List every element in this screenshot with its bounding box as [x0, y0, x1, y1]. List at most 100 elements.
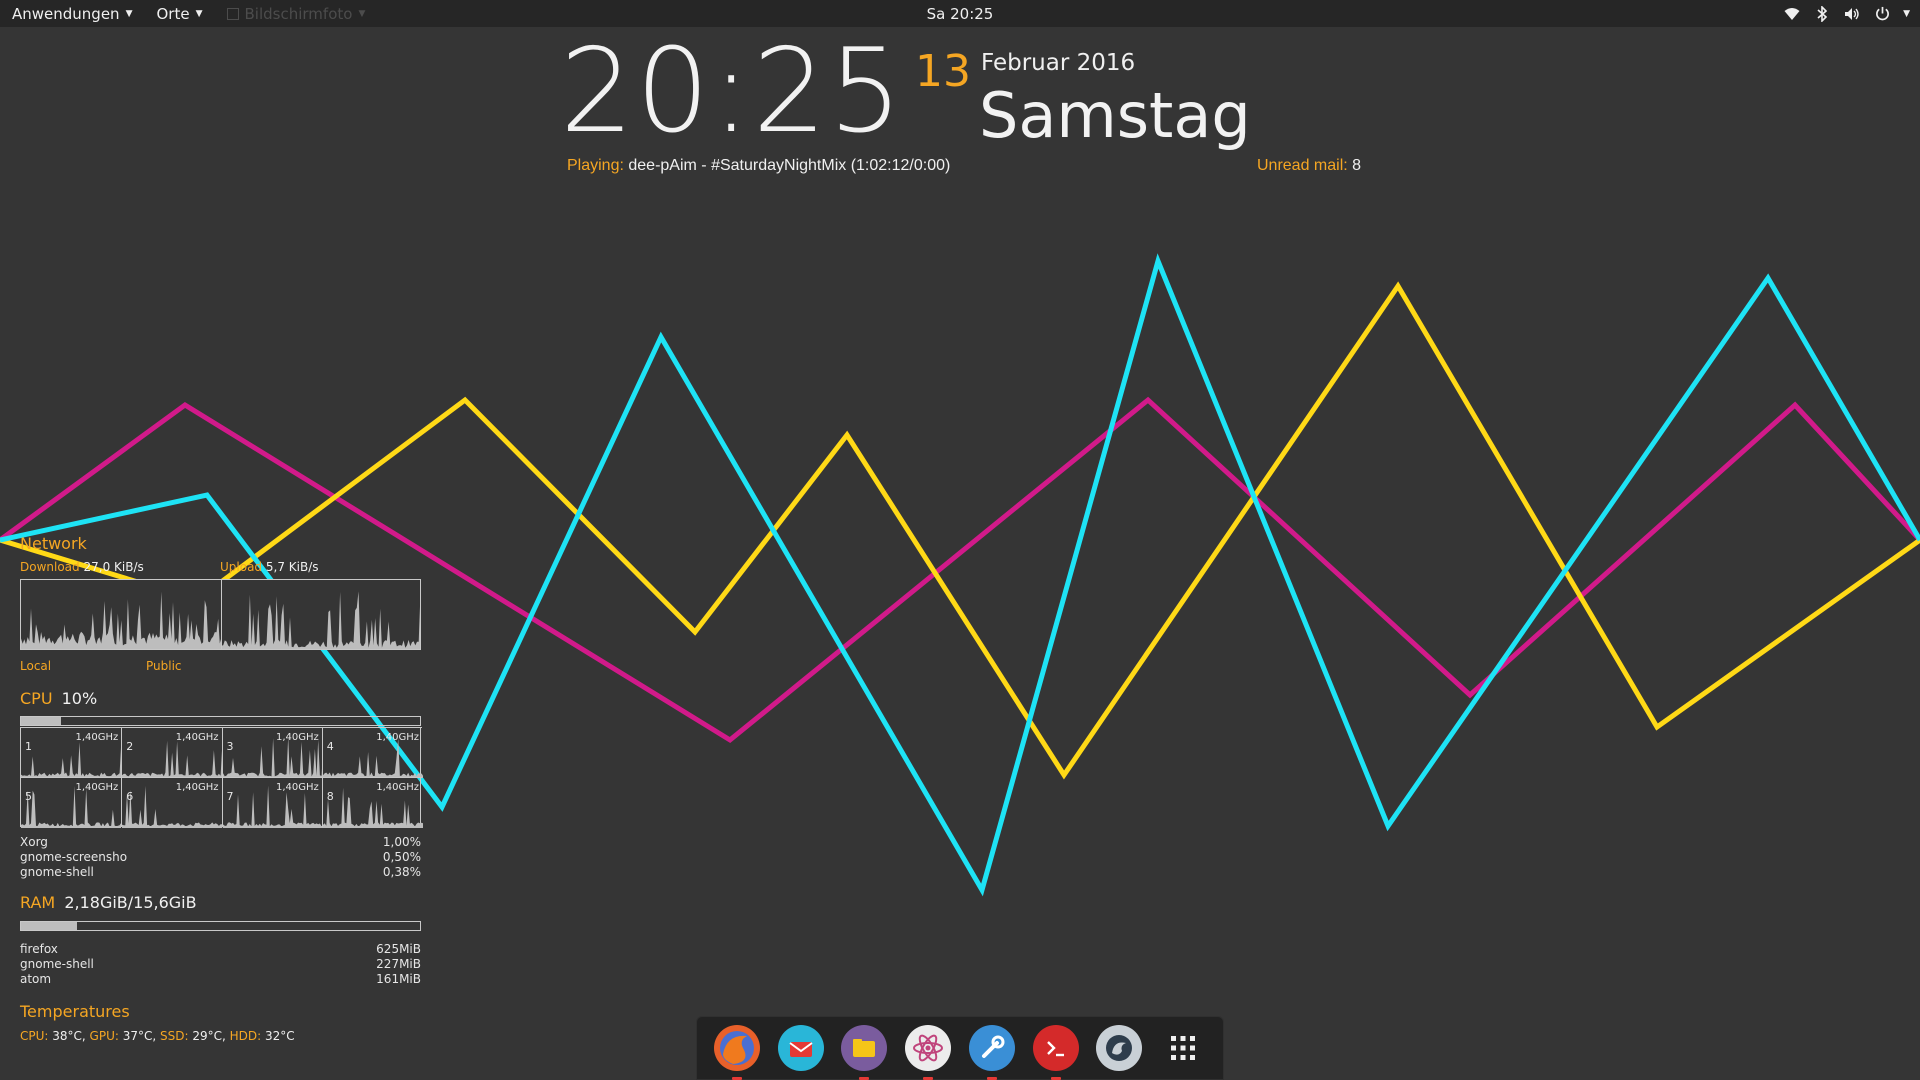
cpu-core-frequency: 1,40GHz	[175, 732, 219, 743]
cpu-core-cell: 5 1,40GHz	[21, 777, 122, 828]
process-name: gnome-shell	[20, 957, 94, 971]
process-row: gnome-screensho 0,50%	[20, 850, 421, 865]
files-icon[interactable]	[841, 1025, 888, 1080]
cpu-usage-value: 10%	[61, 689, 98, 708]
temperature-value: 32°C	[261, 1029, 295, 1043]
now-playing-value: dee-pAim - #SaturdayNightMix (1:02:12/0:…	[628, 157, 951, 174]
cpu-core-cell: 7 1,40GHz	[221, 777, 323, 828]
process-name: atom	[20, 972, 52, 986]
ram-title-label: RAM	[20, 893, 56, 912]
mail-icon[interactable]	[777, 1025, 824, 1071]
process-row: Xorg 1,00%	[20, 835, 421, 850]
process-name: gnome-screensho	[20, 850, 128, 864]
cpu-process-list: Xorg 1,00% gnome-screensho 0,50% gnome-shell…	[20, 835, 421, 880]
download-value: 27,0 KiB/s	[83, 560, 144, 574]
cpu-core-frequency: 1,40GHz	[275, 782, 319, 793]
temperatures-title: Temperatures	[20, 1002, 130, 1021]
process-row: gnome-shell 0,38%	[20, 865, 421, 880]
process-value: 0,50%	[382, 850, 421, 864]
applications-menu[interactable]: Anwendungen ▼	[0, 0, 145, 27]
topbar-clock[interactable]: Sa 20:25	[927, 5, 994, 23]
temperature-value: 29°C,	[188, 1029, 230, 1043]
process-row: gnome-shell 227MiB	[20, 957, 421, 972]
dock	[696, 1016, 1224, 1080]
cpu-core-graph-area	[322, 738, 423, 778]
download-label: Download	[20, 560, 80, 574]
top-bar: Anwendungen ▼ Orte ▼ Bildschirmfoto ▼ Sa…	[0, 0, 1920, 27]
process-value: 161MiB	[376, 972, 421, 986]
screenshot-app-menu[interactable]: Bildschirmfoto ▼	[215, 0, 378, 27]
process-row: firefox 625MiB	[20, 942, 421, 957]
upload-graph-area	[221, 591, 420, 649]
cpu-core-cell: 3 1,40GHz	[221, 727, 323, 778]
cpu-core-grid: 1 1,40GHz 2 1,40GHz 3 1,40GHz 4 1,40GHz 5 1,40GHz…	[20, 727, 423, 828]
temperature-value: 38°C,	[48, 1029, 90, 1043]
cpu-core-graph-area	[21, 742, 122, 778]
cpu-core-frequency: 1,40GHz	[376, 732, 419, 743]
cpu-core-frequency: 1,40GHz	[376, 782, 419, 793]
upload-stat: Upload 5,7 KiB/s	[220, 560, 319, 574]
cpu-core-id: 4	[326, 740, 334, 753]
firefox-icon[interactable]	[713, 1025, 760, 1080]
temperature-label: GPU:	[89, 1029, 119, 1043]
ram-usage-bar	[20, 921, 421, 931]
browser-icon[interactable]	[1096, 1025, 1143, 1071]
download-graph-area	[21, 591, 222, 649]
bluetooth-icon[interactable]	[1813, 5, 1831, 23]
cpu-core-frequency: 1,40GHz	[175, 782, 219, 793]
process-row: atom 161MiB	[20, 972, 421, 987]
clock-day: 13	[915, 46, 971, 97]
network-title: Network	[20, 534, 87, 553]
temperature-label: SSD:	[160, 1029, 189, 1043]
process-name: Xorg	[20, 835, 48, 849]
cpu-core-frequency: 1,40GHz	[75, 732, 119, 743]
network-graph-plot	[21, 580, 420, 649]
cpu-core-id: 2	[126, 740, 134, 753]
wallpaper	[0, 253, 1920, 897]
places-menu-label: Orte	[156, 4, 190, 23]
cpu-core-graph-area	[322, 787, 423, 828]
public-label: Public	[146, 659, 182, 673]
network-graph	[20, 579, 421, 650]
cpu-core-id: 1	[25, 740, 32, 753]
cpu-core-id: 5	[25, 790, 32, 803]
clock-month-year: Februar 2016	[981, 50, 1136, 76]
local-label: Local	[20, 659, 52, 673]
unread-mail-label: Unread mail:	[1257, 157, 1348, 174]
ram-usage-value: 2,18GiB/15,6GiB	[64, 893, 197, 912]
cpu-core-cell: 2 1,40GHz	[121, 727, 223, 778]
places-menu[interactable]: Orte ▼	[145, 0, 215, 27]
cpu-core-id: 8	[326, 790, 334, 803]
process-name: gnome-shell	[20, 865, 94, 879]
cpu-core-cell: 1 1,40GHz	[21, 727, 122, 778]
cpu-title-label: CPU	[20, 689, 53, 708]
process-name: firefox	[20, 942, 58, 956]
status-area[interactable]: ▼	[1783, 0, 1910, 27]
wallpaper-yellow-line	[0, 281, 1920, 780]
temperatures-list: CPU: 38°C, GPU: 37°C, SSD: 29°C, HDD: 32…	[20, 1029, 295, 1043]
wifi-icon[interactable]	[1783, 5, 1801, 23]
cpu-usage-bar-fill	[21, 717, 61, 725]
power-icon[interactable]	[1873, 5, 1891, 23]
temperature-label: CPU:	[20, 1029, 49, 1043]
desktop: Anwendungen ▼ Orte ▼ Bildschirmfoto ▼ Sa…	[0, 0, 1920, 1080]
atom-icon[interactable]	[905, 1025, 952, 1080]
chevron-down-icon: ▼	[125, 8, 133, 19]
volume-icon[interactable]	[1843, 5, 1861, 23]
upload-label: Upload	[220, 560, 263, 574]
process-value: 1,00%	[382, 835, 421, 849]
cpu-core-graph-area	[222, 737, 323, 778]
clock-time: 20:25	[560, 24, 905, 159]
ram-title: RAM 2,18GiB/15,6GiB	[20, 893, 197, 912]
cpu-core-frequency: 1,40GHz	[75, 782, 119, 793]
process-value: 625MiB	[376, 942, 421, 956]
temperature-label: HDD:	[229, 1029, 262, 1043]
app-grid-icon[interactable]	[1160, 1025, 1206, 1071]
terminal-icon[interactable]	[1032, 1025, 1079, 1080]
cpu-core-graph-area	[122, 740, 223, 778]
screenshot-app-icon	[226, 7, 239, 20]
settings-icon[interactable]	[968, 1025, 1015, 1080]
process-value: 0,38%	[382, 865, 421, 879]
cpu-usage-bar	[20, 716, 421, 726]
upload-value: 5,7 KiB/s	[265, 560, 319, 574]
